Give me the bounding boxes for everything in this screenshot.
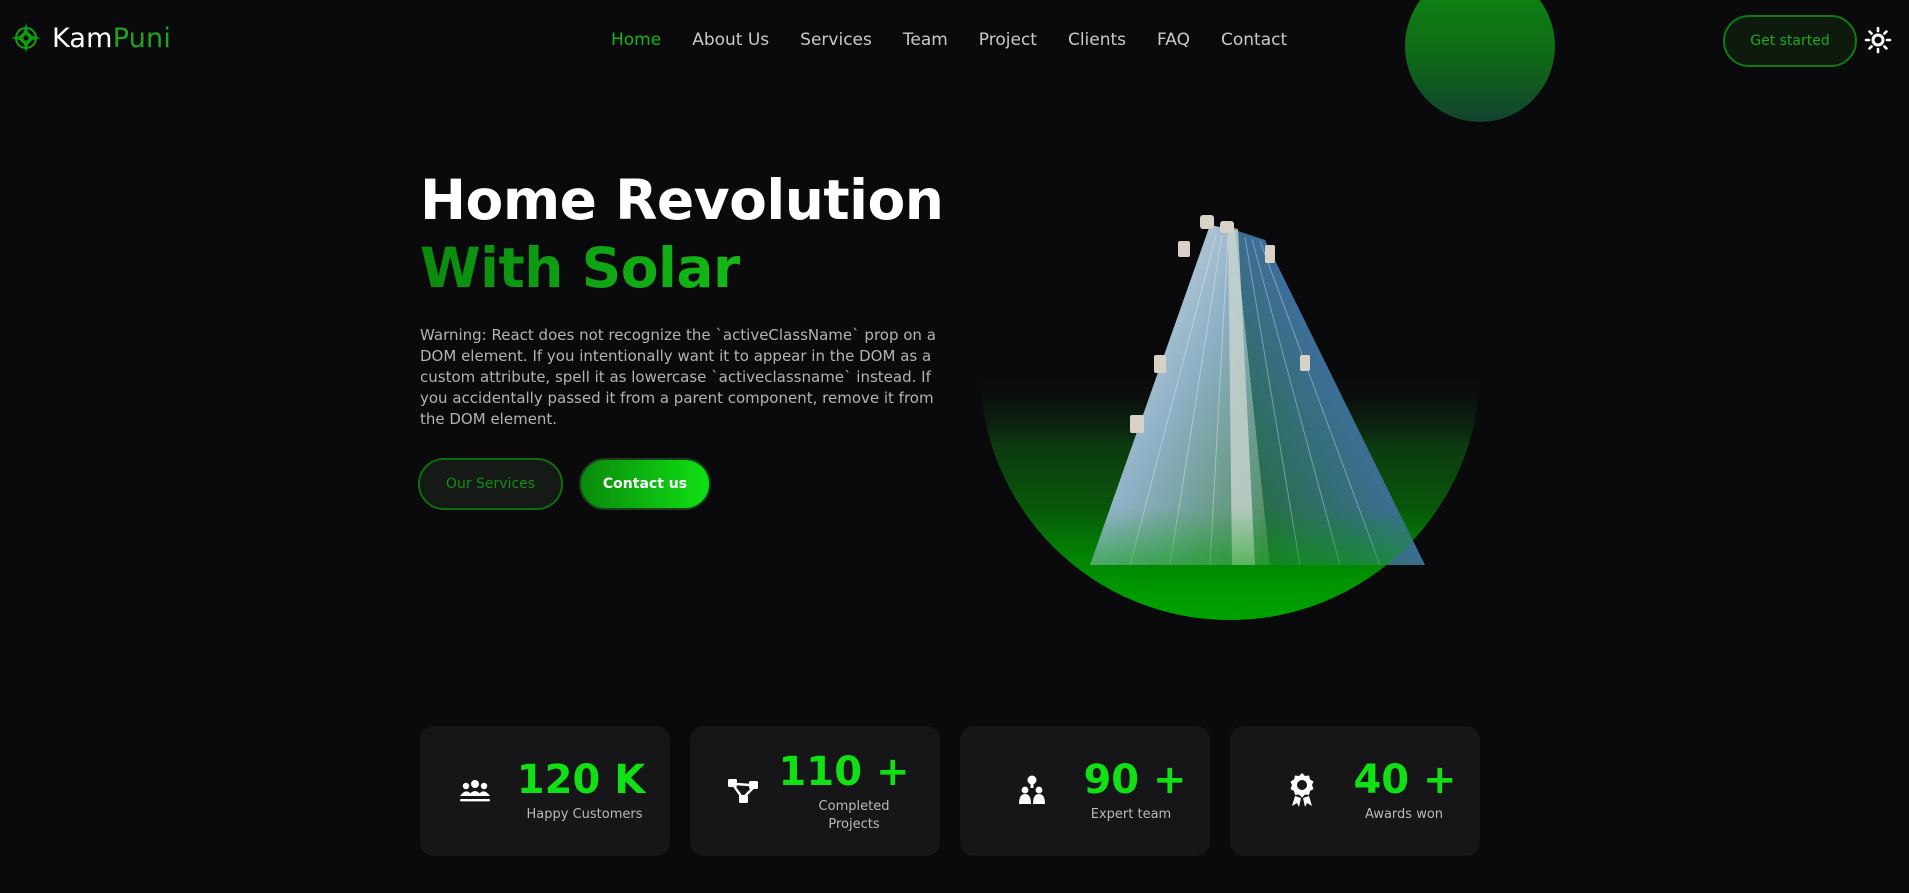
stat-label: Happy Customers xyxy=(526,807,643,822)
hero-title-line1: Home Revolution xyxy=(420,168,944,232)
stat-label: Expert team xyxy=(1090,807,1172,822)
nav-home[interactable]: Home xyxy=(611,30,661,50)
brand-name: KamPuni xyxy=(52,23,171,54)
sun-icon[interactable] xyxy=(1864,26,1892,54)
team-icon xyxy=(1019,775,1045,804)
our-services-button[interactable]: Our Services xyxy=(418,458,563,510)
stat-value: 90 + xyxy=(1083,757,1187,803)
stat-value: 110 + xyxy=(778,749,910,795)
brand-name-part1: Kam xyxy=(52,22,113,54)
project-nodes-icon xyxy=(728,779,758,803)
stat-value: 120 K xyxy=(516,757,646,803)
stat-card-projects: 110 + Completed Projects xyxy=(690,726,940,856)
nav-project[interactable]: Project xyxy=(979,30,1037,50)
stat-label: Awards won xyxy=(1364,807,1444,822)
nav-about-us[interactable]: About Us xyxy=(692,30,769,50)
get-started-button[interactable]: Get started xyxy=(1723,15,1857,67)
hero-title: Home Revolution With Solar xyxy=(420,166,944,302)
stat-label: Completed Projects xyxy=(818,799,890,832)
nav-clients[interactable]: Clients xyxy=(1068,30,1126,50)
brand-logo[interactable]: KamPuni xyxy=(10,22,171,54)
award-icon xyxy=(1290,773,1314,807)
hero-description: Warning: React does not recognize the `a… xyxy=(420,326,936,428)
hero-building-image xyxy=(980,215,1480,620)
stat-card-awards: 40 + Awards won xyxy=(1230,726,1480,856)
stat-card-customers: 120 K Happy Customers xyxy=(420,726,670,856)
nav-contact[interactable]: Contact xyxy=(1221,30,1287,50)
decorative-green-blob xyxy=(1405,0,1555,122)
stat-value: 40 + xyxy=(1353,757,1457,803)
compass-logo-icon xyxy=(11,23,41,53)
nav-services[interactable]: Services xyxy=(800,30,872,50)
main-nav: Home About Us Services Team Project Clie… xyxy=(611,30,1318,50)
hero-title-line2: With Solar xyxy=(420,234,943,302)
stat-card-team: 90 + Expert team xyxy=(960,726,1210,856)
users-icon xyxy=(460,780,490,802)
nav-team[interactable]: Team xyxy=(903,30,948,50)
nav-faq[interactable]: FAQ xyxy=(1157,30,1190,50)
brand-name-part2: Puni xyxy=(112,22,172,54)
contact-us-button[interactable]: Contact us xyxy=(579,458,711,510)
